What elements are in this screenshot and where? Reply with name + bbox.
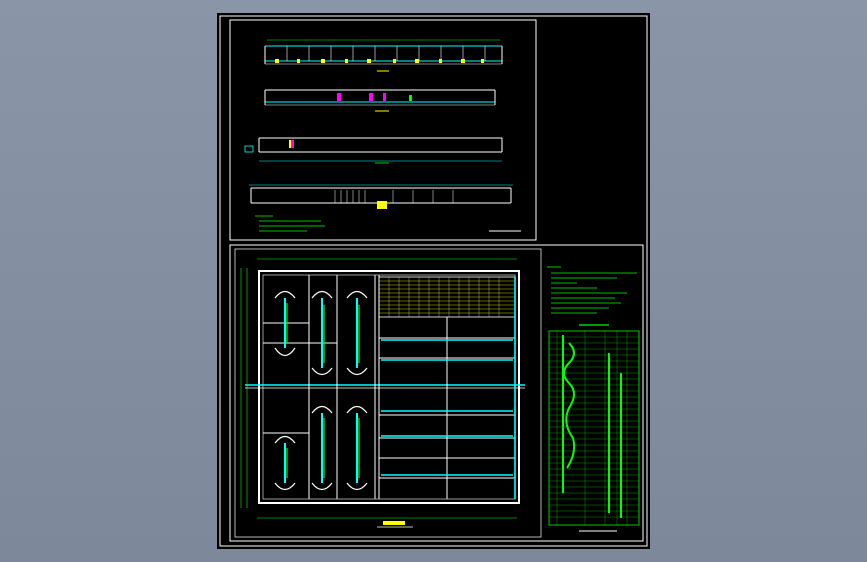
plan-notes-block: [547, 266, 637, 314]
section-view-4: [249, 184, 513, 209]
plan-title-block: [377, 521, 413, 528]
bottom-panel-frame: [229, 244, 644, 542]
left-chambers: [263, 275, 376, 499]
bottom-plan-panel: [229, 244, 644, 542]
top-section-panel: [229, 19, 537, 241]
section-view-1: [264, 39, 503, 72]
right-chambers: [378, 275, 515, 499]
top-notes-block: [255, 215, 325, 232]
media-grid-top: [378, 276, 516, 318]
material-table: [548, 324, 640, 532]
cad-drawing: [219, 15, 648, 547]
drawing-sheet: [217, 13, 650, 549]
cad-viewport[interactable]: [0, 0, 867, 562]
left-pipes: [284, 298, 358, 483]
section-view-3: [244, 137, 503, 164]
section-view-2: [264, 89, 496, 112]
